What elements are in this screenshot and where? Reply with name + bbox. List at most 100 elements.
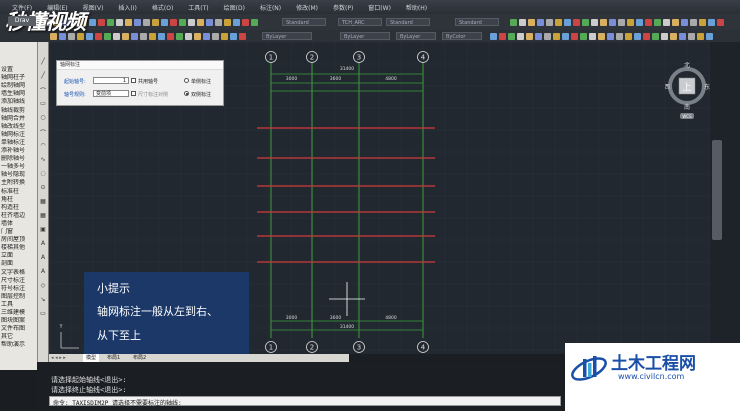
plotstyle-combo[interactable]: ByColor [442, 32, 482, 40]
tab-model[interactable]: 模型 [83, 354, 100, 362]
palette-item[interactable]: 轴网合并 [1, 115, 36, 123]
toolbar-button[interactable] [104, 33, 111, 40]
toolbar-button[interactable] [652, 33, 659, 40]
draw-tool-icon[interactable]: ⊙ [39, 184, 47, 191]
palette-item[interactable]: 轴网标注 [1, 131, 36, 139]
toolbar-button[interactable] [116, 19, 123, 26]
toolbar-button[interactable] [553, 33, 560, 40]
toolbar-button[interactable] [197, 19, 204, 26]
toolbar-button[interactable] [699, 19, 706, 26]
toolbar-button[interactable] [140, 33, 147, 40]
dimstyle-combo[interactable]: TCH_ARC [338, 18, 382, 26]
toolbar-button[interactable] [212, 33, 219, 40]
toolbar-button[interactable] [589, 33, 596, 40]
viewcube-compass[interactable]: 上 北 南 东 西 WCS [665, 62, 710, 120]
toolbar-button[interactable] [681, 19, 688, 26]
toolbar-button[interactable] [188, 19, 195, 26]
toolbar-button[interactable] [645, 19, 652, 26]
textstyle-combo[interactable]: Standard [282, 18, 326, 26]
toolbar-button[interactable] [89, 19, 96, 26]
palette-item[interactable]: 添补轴号 [1, 147, 36, 155]
palette-item[interactable]: 标准柱 [1, 188, 36, 196]
toolbar-button[interactable] [107, 19, 114, 26]
wcs-label[interactable]: WCS [682, 114, 692, 119]
toolbar-button[interactable] [535, 33, 542, 40]
menu-modify[interactable]: 修改(M) [296, 3, 318, 12]
double-side-radio[interactable] [184, 91, 189, 96]
toolbar-button[interactable] [634, 33, 641, 40]
draw-tool-icon[interactable]: ◠ [39, 142, 47, 149]
toolbar-button[interactable] [499, 33, 506, 40]
palette-item[interactable]: 构造柱 [1, 204, 36, 212]
toolbar-button[interactable] [161, 19, 168, 26]
palette-item[interactable]: 轴改线型 [1, 123, 36, 131]
draw-tool-icon[interactable]: A [39, 254, 47, 261]
palette-item[interactable]: 单轴标注 [1, 139, 36, 147]
palette-item[interactable]: 角柱 [1, 196, 36, 204]
mlstyle-combo[interactable]: Standard [455, 18, 499, 26]
toolbar-button[interactable] [242, 19, 249, 26]
palette-item[interactable]: 轴号隐现 [1, 171, 36, 179]
toolbar-button[interactable] [625, 33, 632, 40]
toolbar-button[interactable] [134, 19, 141, 26]
palette-item[interactable]: 尺寸标注 [1, 277, 36, 285]
toolbar-button[interactable] [526, 33, 533, 40]
tab-layout2[interactable]: 布局2 [133, 354, 146, 362]
toolbar-button[interactable] [672, 19, 679, 26]
toolbar-button[interactable] [679, 33, 686, 40]
toolbar-button[interactable] [654, 19, 661, 26]
toolbar-button[interactable] [616, 33, 623, 40]
toolbar-button[interactable] [690, 19, 697, 26]
toolbar-button[interactable] [122, 33, 129, 40]
draw-tool-icon[interactable]: ○ [39, 114, 47, 121]
palette-item[interactable]: 轴网柱子 [1, 74, 36, 82]
toolbar-button[interactable] [573, 19, 580, 26]
axis-rule-select[interactable]: 变前项 [93, 90, 129, 97]
toolbar-button[interactable] [86, 33, 93, 40]
draw-tool-icon[interactable]: ▭ [39, 100, 47, 107]
toolbar-button[interactable] [233, 19, 240, 26]
palette-item[interactable]: 柱齐墙边 [1, 212, 36, 220]
draw-tool-icon[interactable]: ⌒ [39, 128, 47, 137]
toolbar-button[interactable] [251, 19, 258, 26]
toolbar-button[interactable] [203, 33, 210, 40]
document-tab[interactable]: Drav [8, 16, 36, 26]
menu-tools[interactable]: 工具(T) [188, 3, 208, 12]
toolbar-button[interactable] [230, 33, 237, 40]
palette-item[interactable]: 图块图案 [1, 317, 36, 325]
toolbar-button[interactable] [564, 19, 571, 26]
toolbar-button[interactable] [98, 19, 105, 26]
draw-tool-icon[interactable]: ∿ [39, 156, 47, 163]
draw-tool-icon[interactable]: ◇ [39, 282, 47, 289]
toolbar-button[interactable] [158, 33, 165, 40]
toolbar-button[interactable] [562, 33, 569, 40]
toolbar-button[interactable] [143, 19, 150, 26]
command-input[interactable]: 命令: TAXISDIM2P 请选择不需要标注的轴线: [49, 396, 561, 407]
menu-draw[interactable]: 绘图(D) [224, 3, 245, 12]
toolbar-button[interactable] [510, 19, 517, 26]
single-side-radio[interactable] [184, 78, 189, 83]
toolbar-button[interactable] [607, 33, 614, 40]
toolbar-button[interactable] [663, 19, 670, 26]
toolbar-button[interactable] [582, 19, 589, 26]
menu-view[interactable]: 视图(V) [83, 3, 104, 12]
draw-tool-icon[interactable]: ◌ [39, 170, 47, 177]
toolbar-button[interactable] [636, 19, 643, 26]
palette-item[interactable]: 其它 [1, 333, 36, 341]
draw-tool-icon[interactable]: ╱ [39, 72, 47, 79]
palette-item[interactable]: 立面 [1, 252, 36, 260]
lineweight-combo[interactable]: ByLayer [396, 32, 436, 40]
toolbar-button[interactable] [95, 33, 102, 40]
toolbar-button[interactable] [618, 19, 625, 26]
palette-item[interactable]: 工具 [1, 301, 36, 309]
palette-item[interactable]: 门窗 [1, 228, 36, 236]
toolbar-button[interactable] [176, 33, 183, 40]
palette-item[interactable]: 剖面 [1, 260, 36, 268]
menu-insert[interactable]: 插入(I) [118, 3, 136, 12]
palette-item[interactable]: 符号标注 [1, 285, 36, 293]
toolbar-button[interactable] [580, 33, 587, 40]
toolbar-button[interactable] [167, 33, 174, 40]
toolbar-button[interactable] [600, 19, 607, 26]
menu-format[interactable]: 格式(O) [152, 3, 173, 12]
toolbar-button[interactable] [179, 19, 186, 26]
